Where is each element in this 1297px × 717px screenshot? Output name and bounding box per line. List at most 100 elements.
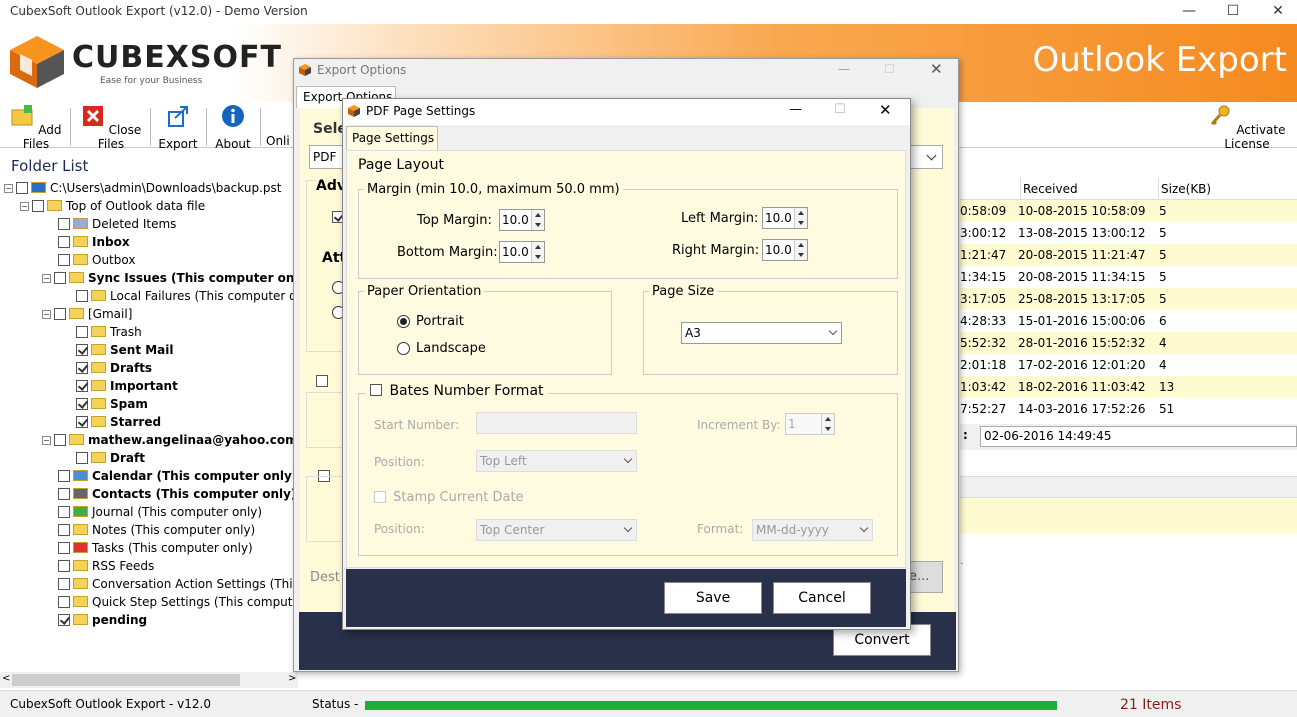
tree-checkbox[interactable] bbox=[58, 487, 70, 500]
scrollbar-thumb[interactable] bbox=[12, 674, 240, 686]
tree-checkbox[interactable] bbox=[58, 595, 70, 608]
portrait-radio[interactable] bbox=[397, 315, 410, 328]
tree-checkbox[interactable] bbox=[76, 289, 88, 302]
collapse-icon[interactable]: − bbox=[4, 184, 13, 193]
tree-item[interactable]: pending bbox=[58, 611, 147, 629]
tree-checkbox[interactable] bbox=[54, 271, 66, 284]
col-size[interactable]: Size(KB) bbox=[1158, 178, 1211, 200]
scroll-right-icon[interactable]: > bbox=[288, 673, 296, 684]
activate-license-button[interactable]: Activate License bbox=[1200, 104, 1294, 151]
tree-checkbox[interactable] bbox=[76, 451, 88, 464]
tree-checkbox[interactable] bbox=[58, 613, 70, 626]
pdf-maximize-icon[interactable]: ☐ bbox=[834, 102, 846, 117]
col-received[interactable]: Received bbox=[1020, 178, 1078, 200]
tree-item[interactable]: Sent Mail bbox=[76, 341, 174, 359]
tree-item[interactable]: Contacts (This computer only) bbox=[58, 485, 296, 503]
stamp-checkbox[interactable] bbox=[374, 490, 386, 503]
export-button[interactable]: Export bbox=[156, 104, 200, 151]
right-margin-input[interactable]: 10.0 bbox=[762, 239, 808, 261]
tree-checkbox[interactable] bbox=[76, 397, 88, 410]
pdf-close-icon[interactable]: ✕ bbox=[879, 101, 892, 119]
tree-item[interactable]: Tasks (This computer only) bbox=[58, 539, 253, 557]
eo-minimize-icon[interactable]: — bbox=[838, 62, 850, 76]
tree-item[interactable]: Spam bbox=[76, 395, 148, 413]
tree-checkbox[interactable] bbox=[76, 325, 88, 338]
format-select-date[interactable]: MM-dd-yyyy bbox=[752, 519, 873, 541]
close-icon[interactable]: ✕ bbox=[1255, 0, 1297, 24]
tree-checkbox[interactable] bbox=[54, 307, 66, 320]
tree-checkbox[interactable] bbox=[76, 415, 88, 428]
top-margin-input[interactable]: 10.0 bbox=[499, 209, 545, 231]
table-row[interactable]: 2:01:18 17-02-2016 12:01:20 4 bbox=[960, 354, 1297, 376]
tree-item[interactable]: − Top of Outlook data file bbox=[20, 197, 205, 215]
add-files-button[interactable]: Add Files bbox=[8, 104, 64, 151]
tree-checkbox[interactable] bbox=[58, 577, 70, 590]
tree-checkbox[interactable] bbox=[32, 199, 44, 212]
tree-item[interactable]: Local Failures (This computer only) bbox=[76, 287, 298, 305]
tree-item[interactable]: Quick Step Settings (This computer on bbox=[58, 593, 298, 611]
format-select[interactable]: PDF bbox=[309, 145, 345, 169]
table-row[interactable]: 1:03:42 18-02-2016 11:03:42 13 bbox=[960, 376, 1297, 398]
left-margin-input[interactable]: 10.0 bbox=[762, 207, 808, 229]
pdf-minimize-icon[interactable]: — bbox=[789, 102, 802, 117]
tree-item[interactable]: Draft bbox=[76, 449, 145, 467]
cancel-button[interactable]: Cancel bbox=[773, 582, 871, 614]
scroll-left-icon[interactable]: < bbox=[2, 673, 10, 684]
tree-checkbox[interactable] bbox=[58, 235, 70, 248]
maximize-icon[interactable]: ☐ bbox=[1210, 0, 1256, 24]
tree-item[interactable]: Drafts bbox=[76, 359, 152, 377]
tree-item[interactable]: Trash bbox=[76, 323, 142, 341]
tree-checkbox[interactable] bbox=[76, 379, 88, 392]
tree-item[interactable]: Journal (This computer only) bbox=[58, 503, 262, 521]
tree-checkbox[interactable] bbox=[58, 559, 70, 572]
tree-item[interactable]: Calendar (This computer only) bbox=[58, 467, 297, 485]
tree-item[interactable]: Starred bbox=[76, 413, 161, 431]
position2-select[interactable]: Top Center bbox=[476, 519, 637, 541]
tree-checkbox[interactable] bbox=[76, 343, 88, 356]
table-row[interactable]: 4:28:33 15-01-2016 15:00:06 6 bbox=[960, 310, 1297, 332]
start-number-input[interactable] bbox=[476, 412, 637, 434]
table-row[interactable]: 7:52:27 14-03-2016 17:52:26 51 bbox=[960, 398, 1297, 416]
detail-date-field[interactable]: 02-06-2016 14:49:45 bbox=[980, 426, 1297, 447]
collapse-icon[interactable]: − bbox=[42, 310, 51, 319]
folder-tree[interactable]: − C:\Users\admin\Downloads\backup.pst − Top… bbox=[0, 178, 298, 672]
table-row[interactable]: 1:21:47 20-08-2015 11:21:47 5 bbox=[960, 244, 1297, 266]
tree-item[interactable]: − Sync Issues (This computer only) bbox=[42, 269, 298, 287]
option-checkbox-1[interactable] bbox=[316, 374, 328, 387]
collapse-icon[interactable]: − bbox=[42, 274, 51, 283]
tree-checkbox[interactable] bbox=[58, 505, 70, 518]
eo-maximize-icon[interactable]: ☐ bbox=[884, 62, 895, 76]
position-select[interactable]: Top Left bbox=[476, 450, 637, 472]
table-row[interactable]: 5:52:32 28-01-2016 15:52:32 4 bbox=[960, 332, 1297, 354]
tree-checkbox[interactable] bbox=[58, 523, 70, 536]
table-row[interactable]: 3:17:05 25-08-2015 13:17:05 5 bbox=[960, 288, 1297, 310]
tree-item[interactable]: − [Gmail] bbox=[42, 305, 132, 323]
table-row[interactable]: 1:34:15 20-08-2015 11:34:15 5 bbox=[960, 266, 1297, 288]
increment-input[interactable]: 1 bbox=[785, 413, 835, 435]
tab-page-settings[interactable]: Page Settings bbox=[346, 126, 438, 150]
tree-item[interactable]: Inbox bbox=[58, 233, 130, 251]
eo-close-icon[interactable]: ✕ bbox=[930, 60, 943, 78]
about-button[interactable]: About bbox=[212, 104, 254, 151]
tree-item[interactable]: Notes (This computer only) bbox=[58, 521, 255, 539]
online-button[interactable]: Onli bbox=[266, 104, 294, 148]
tree-item[interactable]: − C:\Users\admin\Downloads\backup.pst bbox=[4, 179, 281, 197]
bates-checkbox[interactable] bbox=[370, 384, 382, 396]
tree-item[interactable]: RSS Feeds bbox=[58, 557, 154, 575]
close-files-button[interactable]: Close Files bbox=[78, 104, 144, 151]
table-row[interactable]: 3:00:12 13-08-2015 13:00:12 5 bbox=[960, 222, 1297, 244]
page-size-select[interactable]: A3 bbox=[681, 322, 842, 344]
tree-checkbox[interactable] bbox=[16, 181, 28, 194]
table-row[interactable]: 0:58:09 10-08-2015 10:58:09 5 bbox=[960, 200, 1297, 222]
save-button[interactable]: Save bbox=[664, 582, 762, 614]
browse-button[interactable]: e... bbox=[908, 561, 943, 593]
tree-item[interactable]: − mathew.angelinaa@yahoo.com bbox=[42, 431, 298, 449]
tree-item[interactable]: Important bbox=[76, 377, 178, 395]
collapse-icon[interactable]: − bbox=[20, 202, 29, 211]
tree-checkbox[interactable] bbox=[58, 469, 70, 482]
tree-item[interactable]: Deleted Items bbox=[58, 215, 176, 233]
tree-checkbox[interactable] bbox=[58, 253, 70, 266]
bottom-margin-input[interactable]: 10.0 bbox=[499, 241, 545, 263]
tree-item[interactable]: Conversation Action Settings (This con bbox=[58, 575, 298, 593]
tree-checkbox[interactable] bbox=[76, 361, 88, 374]
